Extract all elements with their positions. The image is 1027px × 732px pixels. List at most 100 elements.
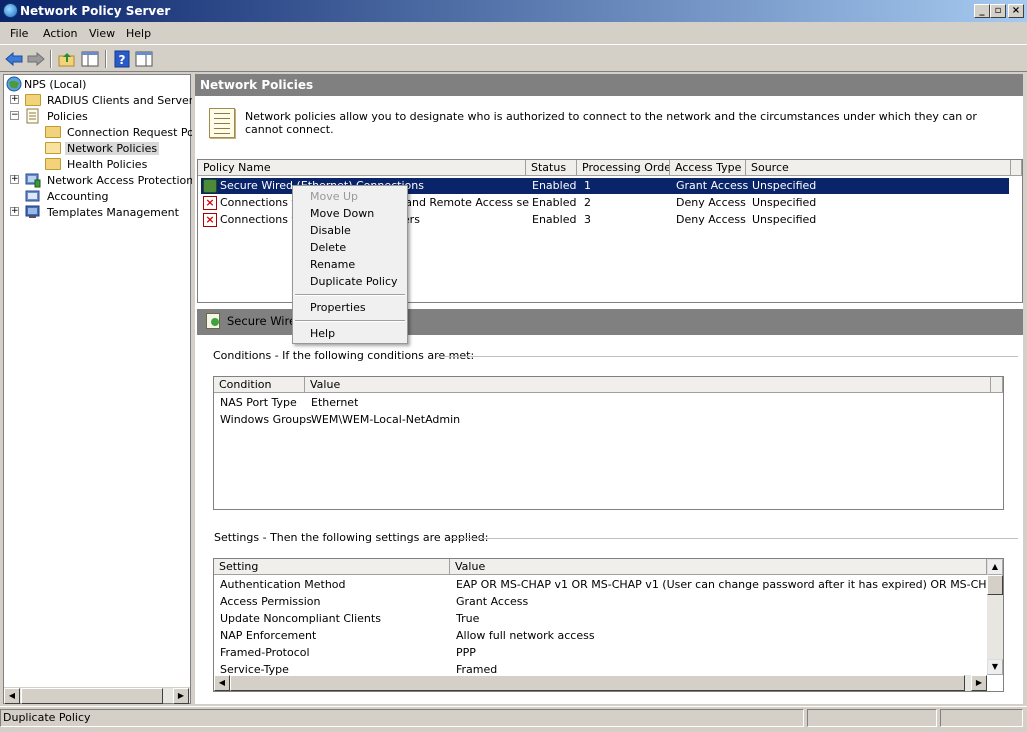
condition-name: Windows Groups bbox=[220, 413, 312, 426]
back-icon[interactable] bbox=[4, 49, 24, 69]
results-pane-header: Network Policies bbox=[195, 74, 1023, 96]
expand-radius-button[interactable]: + bbox=[10, 95, 19, 104]
close-button[interactable]: × bbox=[1008, 4, 1024, 18]
column-header-processing-order[interactable]: Processing Order bbox=[577, 160, 670, 176]
setting-name: Access Permission bbox=[220, 595, 321, 608]
scroll-right-arrow-icon[interactable]: ▶ bbox=[173, 688, 189, 704]
svg-text:?: ? bbox=[119, 53, 126, 67]
results-pane-title: Network Policies bbox=[200, 78, 314, 92]
tree-horizontal-scrollbar[interactable]: ◀ ▶ bbox=[4, 687, 190, 704]
column-header-value[interactable]: Value bbox=[305, 377, 991, 393]
menu-help[interactable]: Help bbox=[126, 27, 151, 40]
folder-icon bbox=[45, 126, 61, 138]
menu-file[interactable]: File bbox=[10, 27, 28, 40]
setting-name: NAP Enforcement bbox=[220, 629, 317, 642]
setting-value: EAP OR MS-CHAP v1 OR MS-CHAP v1 (User ca… bbox=[456, 578, 986, 591]
tree-item-policies[interactable]: Policies bbox=[25, 108, 90, 124]
restore-button[interactable]: ▫ bbox=[990, 4, 1006, 18]
tree-item-nps-local[interactable]: NPS (Local) bbox=[6, 76, 88, 92]
scroll-left-arrow-icon[interactable]: ◀ bbox=[4, 688, 20, 704]
policy-order: 3 bbox=[584, 213, 591, 226]
settings-table[interactable]: Setting Value Authentication Method EAP … bbox=[213, 558, 1004, 692]
settings-heading: Settings - Then the following settings a… bbox=[214, 531, 489, 544]
grant-policy-icon bbox=[203, 179, 217, 193]
menu-item-disable[interactable]: Disable bbox=[310, 224, 351, 237]
scroll-thumb[interactable] bbox=[987, 575, 1003, 595]
collapse-policies-button[interactable]: − bbox=[10, 111, 19, 120]
tree-item-templates-management[interactable]: Templates Management bbox=[25, 204, 181, 220]
setting-name: Update Noncompliant Clients bbox=[220, 612, 381, 625]
policy-status: Enabled bbox=[532, 196, 577, 209]
minimize-button[interactable]: _ bbox=[974, 4, 990, 18]
folder-icon bbox=[45, 158, 61, 170]
policy-source: Unspecified bbox=[752, 179, 817, 192]
accounting-icon bbox=[25, 190, 40, 202]
setting-value: Allow full network access bbox=[456, 629, 595, 642]
menu-separator bbox=[295, 320, 405, 322]
templates-icon bbox=[25, 205, 40, 218]
tree-item-network-access-protection[interactable]: Network Access Protection bbox=[25, 172, 195, 188]
menu-item-properties[interactable]: Properties bbox=[310, 301, 366, 314]
status-panel bbox=[940, 709, 1023, 727]
column-header-source[interactable]: Source bbox=[746, 160, 1011, 176]
tree-item-health-policies[interactable]: Health Policies bbox=[45, 156, 149, 172]
menu-action[interactable]: Action bbox=[43, 27, 77, 40]
deny-policy-icon: × bbox=[203, 213, 217, 227]
conditions-heading: Conditions - If the following conditions… bbox=[213, 349, 475, 362]
toolbar: ? bbox=[0, 44, 1027, 72]
scroll-down-arrow-icon[interactable]: ▼ bbox=[987, 659, 1003, 675]
menu-bar: File Action View Help bbox=[0, 22, 1027, 44]
menu-item-move-up: Move Up bbox=[310, 190, 359, 203]
status-text: Duplicate Policy bbox=[0, 709, 804, 727]
menu-item-help[interactable]: Help bbox=[310, 327, 335, 340]
up-folder-icon[interactable] bbox=[57, 49, 77, 69]
condition-name: NAS Port Type bbox=[220, 396, 297, 409]
conditions-table[interactable]: Condition Value NAS Port Type Ethernet W… bbox=[213, 376, 1004, 510]
tree-item-network-policies[interactable]: Network Policies bbox=[45, 140, 160, 156]
condition-value: WEM\WEM-Local-NetAdmin bbox=[311, 413, 461, 426]
show-hide-action-pane-icon[interactable] bbox=[134, 49, 154, 69]
policies-icon bbox=[26, 108, 39, 124]
nap-icon bbox=[25, 173, 41, 188]
window-title: Network Policy Server bbox=[20, 4, 171, 18]
tree-item-accounting[interactable]: Accounting bbox=[25, 188, 110, 204]
help-icon[interactable]: ? bbox=[112, 49, 132, 69]
tree-item-radius-clients[interactable]: RADIUS Clients and Servers bbox=[25, 92, 201, 108]
grant-policy-icon bbox=[206, 313, 220, 329]
column-header-value[interactable]: Value bbox=[450, 559, 987, 575]
policy-order: 2 bbox=[584, 196, 591, 209]
setting-value: True bbox=[456, 612, 480, 625]
tree-item-connection-request-policies[interactable]: Connection Request Polici bbox=[45, 124, 211, 140]
forward-icon[interactable] bbox=[26, 49, 46, 69]
scroll-up-arrow-icon[interactable]: ▲ bbox=[987, 559, 1003, 575]
title-bar: Network Policy Server _ ▫ × bbox=[0, 0, 1027, 22]
policy-order: 1 bbox=[584, 179, 591, 192]
expand-templates-button[interactable]: + bbox=[10, 207, 19, 216]
column-header-access-type[interactable]: Access Type bbox=[670, 160, 746, 176]
show-hide-tree-icon[interactable] bbox=[80, 49, 100, 69]
network-policies-description: Network policies allow you to designate … bbox=[245, 110, 977, 136]
toolbar-separator bbox=[105, 50, 107, 68]
settings-horizontal-scrollbar[interactable]: ◀ ▶ bbox=[214, 675, 987, 691]
menu-item-rename[interactable]: Rename bbox=[310, 258, 355, 271]
deny-policy-icon: × bbox=[203, 196, 217, 210]
column-header-policy-name[interactable]: Policy Name bbox=[198, 160, 526, 176]
menu-view[interactable]: View bbox=[89, 27, 115, 40]
expand-nap-button[interactable]: + bbox=[10, 175, 19, 184]
policy-status: Enabled bbox=[532, 213, 577, 226]
scroll-thumb[interactable] bbox=[230, 675, 965, 691]
menu-item-delete[interactable]: Delete bbox=[310, 241, 346, 254]
setting-name: Framed-Protocol bbox=[220, 646, 310, 659]
scroll-right-arrow-icon[interactable]: ▶ bbox=[971, 675, 987, 691]
policy-document-icon bbox=[209, 108, 235, 138]
column-header-status[interactable]: Status bbox=[526, 160, 577, 176]
menu-item-duplicate-policy[interactable]: Duplicate Policy bbox=[310, 275, 398, 288]
column-header-condition[interactable]: Condition bbox=[214, 377, 305, 393]
column-header-setting[interactable]: Setting bbox=[214, 559, 450, 575]
scroll-left-arrow-icon[interactable]: ◀ bbox=[214, 675, 230, 691]
scroll-thumb[interactable] bbox=[21, 688, 163, 704]
condition-value: Ethernet bbox=[311, 396, 359, 409]
menu-item-move-down[interactable]: Move Down bbox=[310, 207, 374, 220]
nps-globe-icon bbox=[6, 76, 22, 92]
settings-vertical-scrollbar[interactable]: ▲ ▼ bbox=[987, 559, 1003, 675]
